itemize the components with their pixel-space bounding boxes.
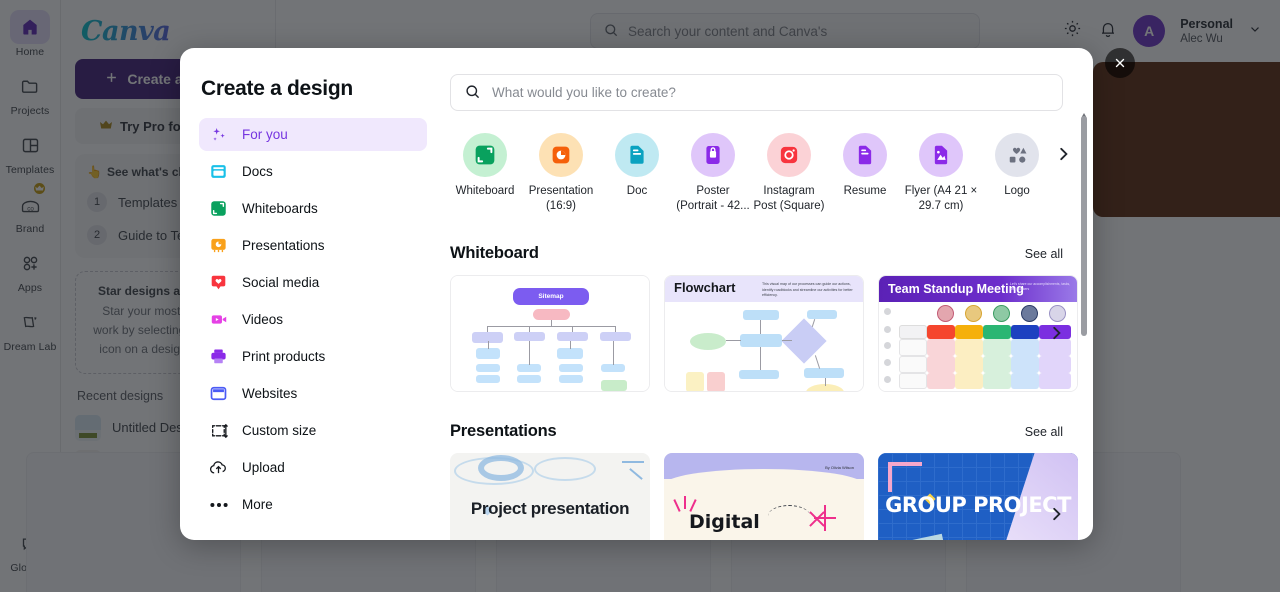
digital-title: Digital (689, 511, 760, 533)
menu-item-websites[interactable]: Websites (199, 377, 427, 410)
menu-item-social-media[interactable]: Social media (199, 266, 427, 299)
menu-item-videos[interactable]: Videos (199, 303, 427, 336)
menu-label: Social media (242, 275, 320, 290)
instagram-icon (767, 133, 811, 177)
search-icon (464, 83, 481, 103)
modal-title: Create a design (201, 77, 353, 100)
poster-icon (691, 133, 735, 177)
flowchart-title: Flowchart (674, 280, 736, 295)
template-card-sitemap[interactable]: Sitemap (450, 275, 650, 392)
menu-label: Websites (242, 386, 298, 401)
whiteboard-icon (209, 199, 228, 218)
modal-sidebar: Create a design For you Docs Whiteboards (180, 48, 445, 540)
standup-subtitle: Let's share our accomplishments, tasks, … (1010, 282, 1071, 291)
sitemap-thumbnail: Sitemap (451, 276, 649, 391)
flowchart-thumbnail: Flowchart This visual map of our process… (665, 276, 863, 391)
menu-item-docs[interactable]: Docs (199, 155, 427, 188)
design-type-carousel: Whiteboard Presentation (16:9) Doc Poste… (447, 133, 1093, 214)
template-card-project-presentation[interactable]: Project presentation (450, 453, 650, 540)
menu-item-for-you[interactable]: For you (199, 118, 427, 151)
menu-item-more[interactable]: More (199, 488, 427, 521)
menu-item-presentations[interactable]: Presentations (199, 229, 427, 262)
menu-item-print-products[interactable]: Print products (199, 340, 427, 373)
presentation-icon (539, 133, 583, 177)
menu-item-whiteboards[interactable]: Whiteboards (199, 192, 427, 225)
scrollbar-up-arrow[interactable] (1081, 106, 1087, 119)
menu-label: Videos (242, 312, 284, 327)
sparkle-icon (209, 125, 228, 144)
menu-label: For you (242, 127, 288, 142)
template-card-list: Project presentation By Olivia Wilson Di… (450, 453, 1078, 540)
design-type-poster[interactable]: Poster (Portrait - 42... (675, 133, 751, 214)
section-header: Whiteboard See all (450, 244, 1063, 263)
resume-icon (843, 133, 887, 177)
section-title: Whiteboard (450, 244, 539, 262)
close-icon[interactable] (1105, 48, 1135, 78)
design-type-label: Presentation (16:9) (528, 185, 594, 212)
menu-item-custom-size[interactable]: Custom size (199, 414, 427, 447)
modal-search-placeholder: What would you like to create? (492, 85, 676, 100)
design-type-presentation[interactable]: Presentation (16:9) (523, 133, 599, 214)
section-header: Presentations See all (450, 422, 1063, 441)
whiteboard-carousel-next-button[interactable] (1044, 320, 1070, 346)
canva-homepage: Home Projects Templates co (0, 0, 1280, 592)
design-type-label: Logo (1004, 185, 1030, 197)
design-type-flyer[interactable]: Flyer (A4 21 × 29.7 cm) (903, 133, 979, 214)
project-presentation-thumbnail: Project presentation (450, 453, 650, 540)
design-type-label: Whiteboard (455, 185, 515, 197)
menu-label: Presentations (242, 238, 325, 253)
doc-icon (615, 133, 659, 177)
design-type-whiteboard[interactable]: Whiteboard (447, 133, 523, 214)
upload-icon (209, 458, 228, 477)
design-type-label: Instagram Post (Square) (753, 185, 825, 212)
template-card-digital[interactable]: By Olivia Wilson Digital (664, 453, 864, 540)
menu-label: More (242, 497, 273, 512)
digital-byline: By Olivia Wilson (825, 465, 854, 470)
logo-icon (995, 133, 1039, 177)
template-card-flowchart[interactable]: Flowchart This visual map of our process… (664, 275, 864, 392)
create-a-design-modal: Create a design For you Docs Whiteboards (180, 48, 1093, 540)
project-presentation-title: Project presentation (470, 499, 630, 518)
see-all-link-whiteboard[interactable]: See all (1025, 247, 1063, 261)
sitemap-root-label: Sitemap (538, 293, 564, 300)
ellipsis-icon (209, 495, 228, 514)
docs-icon (209, 162, 228, 181)
website-icon (209, 384, 228, 403)
printer-icon (209, 347, 228, 366)
design-type-label: Doc (626, 185, 648, 197)
design-type-label: Flyer (A4 21 × 29.7 cm) (904, 185, 978, 212)
modal-content: What would you like to create? Whiteboar… (445, 48, 1093, 540)
section-presentations: Presentations See all Project presentati… (450, 422, 1093, 540)
menu-label: Docs (242, 164, 273, 179)
section-whiteboard: Whiteboard See all Sitemap Flowchart Thi… (450, 244, 1093, 392)
presentation-icon (209, 236, 228, 255)
digital-thumbnail: By Olivia Wilson Digital (664, 453, 864, 540)
design-type-label: Resume (843, 185, 887, 197)
menu-label: Print products (242, 349, 326, 364)
carousel-next-button[interactable] (1051, 141, 1077, 167)
template-card-list: Sitemap Flowchart This visual map of our… (450, 275, 1078, 392)
see-all-link-presentations[interactable]: See all (1025, 425, 1063, 439)
standup-title: Team Standup Meeting (888, 282, 1024, 296)
social-media-icon (209, 273, 228, 292)
flyer-icon (919, 133, 963, 177)
menu-label: Custom size (242, 423, 317, 438)
flowchart-subtitle: This visual map of our processes can gui… (762, 282, 853, 297)
design-type-logo[interactable]: Logo (979, 133, 1055, 214)
whiteboard-icon (463, 133, 507, 177)
modal-scrollbar[interactable] (1081, 116, 1087, 336)
menu-item-upload[interactable]: Upload (199, 451, 427, 484)
menu-label: Upload (242, 460, 285, 475)
menu-label: Whiteboards (242, 201, 318, 216)
video-icon (209, 310, 228, 329)
design-type-resume[interactable]: Resume (827, 133, 903, 214)
design-type-doc[interactable]: Doc (599, 133, 675, 214)
modal-search-input[interactable]: What would you like to create? (450, 74, 1063, 111)
custom-size-icon (209, 421, 228, 440)
design-type-instagram-post[interactable]: Instagram Post (Square) (751, 133, 827, 214)
design-type-label: Poster (Portrait - 42... (676, 185, 750, 212)
section-title: Presentations (450, 422, 557, 440)
presentations-carousel-next-button[interactable] (1044, 501, 1070, 527)
